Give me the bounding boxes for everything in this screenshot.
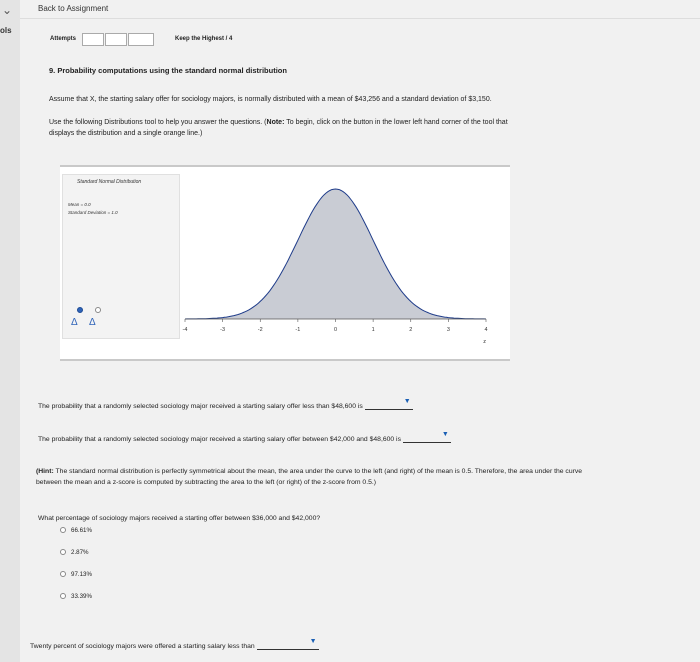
question-title: 9. Probability computations using the st… [49, 66, 287, 75]
question-1: The probability that a randomly selected… [38, 398, 413, 410]
attempt-box-3 [128, 33, 154, 46]
x-axis-label: z [483, 339, 486, 345]
single-orange-line-button[interactable]: Δ [71, 317, 78, 328]
sd-readout: Standard Deviation = 1.0 [68, 210, 118, 215]
x-tick-label: -4 [183, 327, 188, 333]
instr-text-2: To begin, click on the button in the low… [284, 119, 508, 126]
two-line-radio[interactable] [95, 307, 101, 313]
normal-distribution-chart: -4 -3 -2 -1 0 1 2 3 4 z [183, 188, 488, 345]
x-tick-label: -2 [258, 327, 263, 333]
option-label: 33.39% [71, 593, 92, 600]
x-tick-label: 3 [447, 327, 450, 333]
answer-2-dropdown[interactable]: ▼ [402, 431, 451, 443]
dropdown-arrow-icon: ▼ [309, 638, 317, 645]
x-tick-label: 4 [484, 327, 487, 333]
radio-button[interactable] [60, 571, 66, 578]
radio-button[interactable] [60, 527, 66, 534]
hint-label: (Hint: [36, 468, 54, 475]
question-4: Twenty percent of sociology majors were … [30, 638, 319, 650]
option-label: 2.87% [71, 549, 89, 556]
tool-control-panel: Standard Normal Distribution Mean = 0.0 … [62, 174, 180, 339]
dropdown-arrow-icon: ▼ [441, 431, 449, 438]
x-tick-label: 0 [334, 327, 337, 333]
option-3[interactable]: 97.13% [60, 571, 92, 578]
keep-highest-label: Keep the Highest / 4 [175, 36, 233, 42]
radio-button[interactable] [60, 549, 66, 556]
x-tick-label: -1 [295, 327, 300, 333]
radio-button[interactable] [60, 593, 66, 600]
hint-body: The standard normal distribution is perf… [36, 468, 583, 486]
attempts-label: Attempts [50, 36, 77, 42]
option-label: 97.13% [71, 571, 92, 578]
two-orange-lines-button[interactable]: Δ [89, 317, 96, 328]
instr-text-1: Use the following Distributions tool to … [49, 119, 267, 126]
answer-1-dropdown[interactable]: ▼ [364, 398, 413, 410]
attempt-box-1 [82, 33, 104, 46]
left-rail: ⌄ ols [0, 0, 20, 662]
mean-readout: Mean = 0.0 [68, 202, 91, 207]
question-instructions: Use the following Distributions tool to … [49, 117, 649, 139]
tool-title: Standard Normal Distribution [77, 179, 142, 185]
hint-text: (Hint: The standard normal distribution … [36, 466, 596, 488]
option-2[interactable]: 2.87% [60, 549, 89, 556]
answer-4-dropdown[interactable]: ▼ [256, 638, 319, 650]
x-tick-label: -3 [220, 327, 225, 333]
side-label: ols [0, 26, 12, 35]
instr-text-3: displays the distribution and a single o… [49, 130, 203, 137]
option-4[interactable]: 33.39% [60, 593, 92, 600]
question-2-text: The probability that a randomly selected… [38, 436, 401, 443]
top-bar [20, 0, 700, 19]
dropdown-arrow-icon: ▼ [403, 398, 411, 405]
chevron-down-icon[interactable]: ⌄ [2, 3, 12, 17]
back-to-assignment-link[interactable]: Back to Assignment [38, 4, 108, 13]
question-intro: Assume that X, the starting salary offer… [49, 96, 492, 103]
single-line-radio[interactable] [77, 307, 83, 313]
x-tick-label: 1 [372, 327, 375, 333]
instr-note: Note: [266, 119, 285, 126]
option-label: 66.61% [71, 527, 92, 534]
attempt-box-2 [105, 33, 127, 46]
x-tick-label: 2 [409, 327, 412, 333]
distribution-area [185, 189, 486, 319]
mc-question: What percentage of sociology majors rece… [38, 515, 321, 522]
question-2: The probability that a randomly selected… [38, 431, 451, 443]
question-4-text: Twenty percent of sociology majors were … [30, 643, 255, 650]
question-1-text: The probability that a randomly selected… [38, 403, 363, 410]
option-1[interactable]: 66.61% [60, 527, 92, 534]
